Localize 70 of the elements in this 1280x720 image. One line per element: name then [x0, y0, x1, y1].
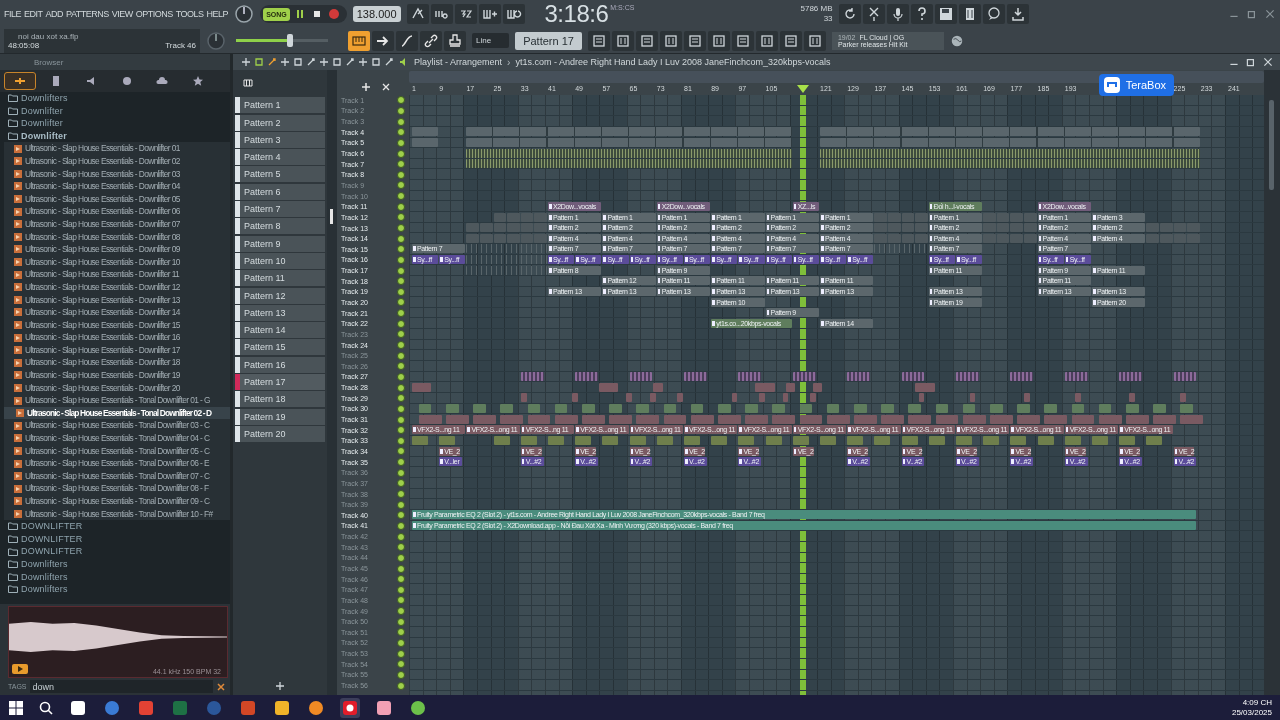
- pattern-item[interactable]: Pattern 1: [235, 97, 325, 114]
- pattern-item[interactable]: Pattern 8: [235, 218, 325, 235]
- pattern-item[interactable]: Pattern 10: [235, 252, 325, 269]
- file-item[interactable]: Ultrasonic - Slap House Essentials - Downlifter 14: [4, 306, 230, 319]
- browser-title: Browser: [34, 57, 64, 67]
- menu-item[interactable]: EDIT: [24, 9, 43, 19]
- snap-dropdown[interactable]: Line: [472, 33, 510, 48]
- file-item[interactable]: Ultrasonic - Slap House Essentials - Downlifter 01: [4, 142, 230, 155]
- breadcrumb-separator: ›: [507, 56, 511, 68]
- pattern-item[interactable]: Pattern 6: [235, 183, 325, 200]
- pattern-item[interactable]: Pattern 16: [235, 356, 325, 373]
- menu-item[interactable]: OPTIONS: [135, 9, 173, 19]
- file-item[interactable]: Ultrasonic - Slap House Essentials - Tonal Downlifter 06 - E: [4, 457, 230, 470]
- pattern-selector[interactable]: Pattern 17: [515, 31, 582, 50]
- project-file-name: noi dau xot xa.flp: [17, 31, 80, 41]
- pattern-item[interactable]: Pattern 15: [235, 339, 325, 356]
- pattern-item[interactable]: Pattern 11: [235, 270, 325, 287]
- folder-item[interactable]: Downlifters: [4, 570, 230, 584]
- file-item[interactable]: Ultrasonic - Slap House Essentials - Downlifter 16: [4, 331, 230, 344]
- folder-item[interactable]: Downlifters: [4, 557, 230, 571]
- menu-item[interactable]: HELP: [206, 9, 229, 19]
- file-item[interactable]: Ultrasonic - Slap House Essentials - Tonal Downlifter 09 - C: [4, 495, 230, 508]
- pattern-item[interactable]: Pattern 4: [235, 149, 325, 166]
- file-item[interactable]: Ultrasonic - Slap House Essentials - Downlifter 06: [4, 205, 230, 218]
- file-item[interactable]: Ultrasonic - Slap House Essentials - Downlifter 11: [4, 268, 230, 281]
- file-item[interactable]: Ultrasonic - Slap House Essentials - Tonal Downlifter 08 - F: [4, 482, 230, 495]
- pattern-item[interactable]: Pattern 20: [235, 425, 325, 442]
- clock-time[interactable]: 4:09 CH: [1242, 697, 1272, 708]
- tempo-display[interactable]: 138.000: [352, 6, 401, 22]
- folder-item[interactable]: Downlifter: [4, 104, 230, 118]
- folder-item[interactable]: DOWNLIFTER: [4, 545, 230, 558]
- pattern-item[interactable]: Pattern 13: [235, 304, 325, 321]
- pattern-item[interactable]: Pattern 19: [235, 408, 325, 425]
- menu-item[interactable]: PATTERNS: [66, 9, 109, 19]
- search-field[interactable]: down: [29, 680, 213, 693]
- file-item[interactable]: Ultrasonic - Slap House Essentials - Tonal Downlifter 04 - C: [4, 432, 230, 445]
- arrangement-name[interactable]: yt1s.com - Andree Right Hand Lady I Luv 2008 JaneFinchcom_320kbps-vocals: [515, 57, 831, 67]
- menu-item[interactable]: VIEW: [111, 9, 133, 19]
- track-name: Track 46: [165, 40, 196, 50]
- pattern-item[interactable]: Pattern 5: [235, 166, 325, 183]
- menu-item[interactable]: ADD: [45, 9, 64, 19]
- pattern-item[interactable]: Pattern 7: [235, 201, 325, 218]
- pattern-item[interactable]: Pattern 17: [235, 374, 325, 391]
- pattern-item[interactable]: Pattern 14: [235, 322, 325, 339]
- file-item[interactable]: Ultrasonic - Slap House Essentials - Tonal Downlifter 03 - C: [4, 419, 230, 433]
- folder-item[interactable]: DOWNLIFTER: [4, 520, 230, 533]
- folder-item[interactable]: DOWNLIFTER: [4, 532, 230, 546]
- pattern-item[interactable]: Pattern 18: [235, 391, 325, 408]
- clock-date[interactable]: 25/03/2025: [1231, 707, 1272, 718]
- pattern-item[interactable]: Pattern 2: [235, 114, 325, 131]
- file-item[interactable]: Ultrasonic - Slap House Essentials - Downlifter 19: [4, 369, 230, 382]
- folder-item[interactable]: Downlifter: [4, 129, 230, 143]
- file-item[interactable]: Ultrasonic - Slap House Essentials - Downlifter 09: [4, 243, 230, 256]
- menu-item[interactable]: FILE: [4, 9, 21, 19]
- pattern-item[interactable]: Pattern 9: [235, 235, 325, 252]
- song-position: 48:05:08: [8, 40, 40, 50]
- menu-item[interactable]: TOOLS: [175, 9, 204, 19]
- folder-item[interactable]: Downlifters: [4, 583, 230, 596]
- cpu-usage: 33: [823, 14, 833, 24]
- overlay-badge[interactable]: TeraBox: [1098, 74, 1174, 96]
- folder-item[interactable]: Downlifter: [4, 117, 230, 130]
- song-time: 3:18:6: [544, 1, 609, 27]
- file-item[interactable]: Ultrasonic - Slap House Essentials - Downlifter 04: [4, 180, 230, 193]
- folder-item[interactable]: Downlifters: [4, 92, 230, 105]
- pattern-item[interactable]: Pattern 12: [235, 287, 325, 304]
- file-item[interactable]: Ultrasonic - Slap House Essentials - Tonal Downlifter 01 - G: [4, 394, 230, 407]
- pattern-item[interactable]: Pattern 3: [235, 131, 325, 148]
- memory-usage: 5786 MB: [800, 4, 833, 14]
- file-item[interactable]: Ultrasonic - Slap House Essentials - Downlifter 18: [4, 356, 230, 370]
- playlist-title: Playlist - Arrangement: [414, 57, 503, 67]
